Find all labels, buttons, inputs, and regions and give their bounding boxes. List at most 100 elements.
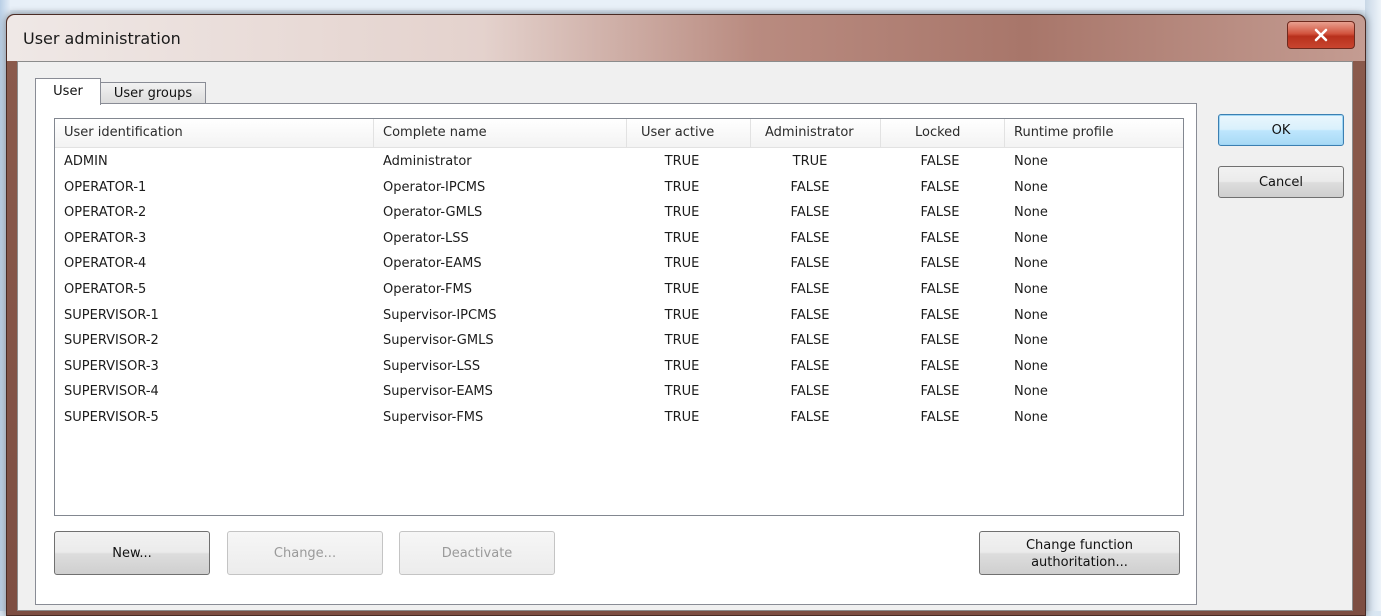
cell-complete-name: Supervisor-FMS (383, 410, 484, 425)
cell-locked: FALSE (920, 179, 960, 195)
cell-user-active: TRUE (664, 384, 700, 400)
tab-user-groups[interactable]: User groups (100, 82, 206, 105)
cell-administrator: TRUE (792, 154, 828, 169)
cell-user-id: SUPERVISOR-1 (64, 307, 159, 323)
table-row[interactable]: SUPERVISOR-5 Supervisor-FMS TRUE FALSE FALSE… (55, 405, 1183, 431)
column-header-complete-name[interactable]: Complete name (374, 119, 627, 147)
table-row[interactable]: OPERATOR-3 Operator-LSS TRUE FALSE FALSE None (55, 226, 1183, 252)
cell-locked: FALSE (920, 282, 960, 297)
cell-locked: FALSE (920, 410, 960, 425)
cell-complete-name: Operator-GMLS (383, 205, 483, 221)
cancel-button[interactable]: Cancel (1218, 166, 1344, 198)
cell-complete-name: Operator-EAMS (383, 256, 482, 272)
column-header-user-active[interactable]: User active (627, 119, 751, 147)
cell-runtime-profile: None (1014, 307, 1048, 323)
cell-user-id: OPERATOR-3 (64, 230, 147, 246)
desktop-background-top (0, 0, 1381, 10)
cell-complete-name: Supervisor-LSS (383, 358, 481, 374)
cell-runtime-profile: None (1014, 384, 1048, 400)
cell-locked: FALSE (920, 230, 960, 246)
cell-user-active: TRUE (664, 358, 700, 374)
list-header: User identification Complete name User a… (55, 119, 1183, 148)
cell-runtime-profile: None (1014, 230, 1048, 246)
cell-user-active: TRUE (664, 154, 700, 169)
new-button[interactable]: New... (54, 531, 210, 575)
cell-complete-name: Operator-IPCMS (383, 179, 486, 195)
cell-complete-name: Operator-FMS (383, 282, 472, 297)
cell-locked: FALSE (920, 333, 960, 349)
table-row[interactable]: OPERATOR-5 Operator-FMS TRUE FALSE FALSE None (55, 277, 1183, 303)
cell-user-id: SUPERVISOR-2 (64, 333, 159, 349)
cell-user-active: TRUE (664, 205, 700, 221)
table-row[interactable]: OPERATOR-2 Operator-GMLS TRUE FALSE FALSE Non… (55, 200, 1183, 226)
cell-administrator: FALSE (790, 282, 830, 297)
cell-runtime-profile: None (1014, 205, 1048, 221)
cell-user-id: SUPERVISOR-3 (64, 358, 159, 374)
cell-administrator: FALSE (790, 256, 830, 272)
cell-locked: FALSE (920, 205, 960, 221)
cell-locked: FALSE (920, 256, 960, 272)
cell-administrator: FALSE (790, 333, 830, 349)
cell-user-id: SUPERVISOR-4 (64, 384, 159, 400)
cell-runtime-profile: None (1014, 358, 1048, 374)
cell-administrator: FALSE (790, 358, 830, 374)
column-header-administrator[interactable]: Administrator (751, 119, 881, 147)
cell-user-active: TRUE (664, 410, 700, 425)
user-tab-panel: User identification Complete name User a… (35, 103, 1197, 605)
change-button[interactable]: Change... (227, 531, 383, 575)
new-button-label: New... (112, 545, 152, 561)
column-header-user-identification[interactable]: User identification (55, 119, 374, 147)
cell-complete-name: Operator-LSS (383, 230, 469, 246)
deactivate-button-label: Deactivate (441, 545, 513, 561)
title-bar[interactable]: User administration (7, 15, 1365, 61)
cell-complete-name: Supervisor-EAMS (383, 384, 493, 400)
cell-complete-name: Supervisor-GMLS (383, 333, 494, 349)
cell-user-active: TRUE (664, 256, 700, 272)
table-row[interactable]: OPERATOR-1 Operator-IPCMS TRUE FALSE FALSE No… (55, 175, 1183, 201)
table-row[interactable]: SUPERVISOR-1 Supervisor-IPCMS TRUE FALSE FAL… (55, 303, 1183, 329)
tab-user[interactable]: User (35, 78, 101, 105)
cell-user-active: TRUE (664, 179, 700, 195)
cell-locked: FALSE (920, 307, 960, 323)
table-row[interactable]: OPERATOR-4 Operator-EAMS TRUE FALSE FALSE Non… (55, 251, 1183, 277)
column-header-locked[interactable]: Locked (881, 119, 1005, 147)
cell-user-active: TRUE (664, 307, 700, 323)
ok-button-label: OK (1271, 122, 1291, 138)
column-header-runtime-profile[interactable]: Runtime profile (1005, 119, 1183, 147)
user-administration-window: User administration User groups User Use… (6, 14, 1366, 616)
change-function-label-line2: authoritation... (1031, 554, 1128, 570)
cell-complete-name: Administrator (383, 154, 472, 169)
cell-runtime-profile: None (1014, 256, 1048, 272)
cell-runtime-profile: None (1014, 154, 1048, 169)
change-function-authorization-button[interactable]: Change function authoritation... (979, 531, 1180, 575)
cell-administrator: FALSE (790, 410, 830, 425)
close-icon (1314, 28, 1328, 42)
cell-user-id: OPERATOR-5 (64, 282, 147, 297)
cell-administrator: FALSE (790, 307, 830, 323)
deactivate-button[interactable]: Deactivate (399, 531, 555, 575)
cancel-button-label: Cancel (1258, 174, 1304, 190)
cell-user-id: SUPERVISOR-5 (64, 410, 159, 425)
user-list[interactable]: User identification Complete name User a… (54, 118, 1184, 516)
table-row[interactable]: SUPERVISOR-4 Supervisor-EAMS TRUE FALSE FALS… (55, 379, 1183, 405)
cell-runtime-profile: None (1014, 410, 1048, 425)
ok-button[interactable]: OK (1218, 114, 1344, 146)
cell-administrator: FALSE (790, 179, 830, 195)
cell-locked: FALSE (920, 384, 960, 400)
cell-user-active: TRUE (664, 230, 700, 246)
close-button[interactable] (1287, 21, 1355, 49)
dialog-client-area: User groups User User identification Com… (17, 61, 1353, 611)
cell-complete-name: Supervisor-IPCMS (383, 307, 497, 323)
cell-user-active: TRUE (664, 333, 700, 349)
cell-runtime-profile: None (1014, 282, 1048, 297)
cell-user-id: OPERATOR-4 (64, 256, 147, 272)
table-row[interactable]: ADMIN Administrator TRUE TRUE FALSE None (55, 149, 1183, 175)
table-row[interactable]: SUPERVISOR-2 Supervisor-GMLS TRUE FALSE FALS… (55, 328, 1183, 354)
cell-user-id: OPERATOR-2 (64, 205, 147, 221)
cell-user-active: TRUE (664, 282, 700, 297)
change-function-button-label: Change function authoritation... (1026, 537, 1133, 571)
cell-locked: FALSE (920, 358, 960, 374)
cell-runtime-profile: None (1014, 179, 1048, 195)
desktop-background-right (1365, 0, 1381, 611)
table-row[interactable]: SUPERVISOR-3 Supervisor-LSS TRUE FALSE FALSE… (55, 354, 1183, 380)
